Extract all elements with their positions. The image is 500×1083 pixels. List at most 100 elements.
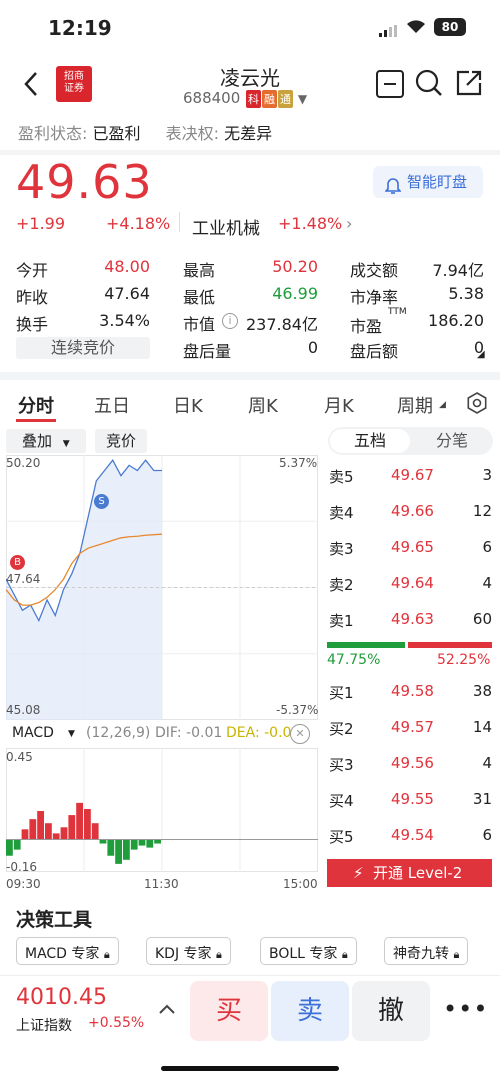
industry-percent[interactable]: +1.48% bbox=[278, 214, 342, 233]
tab-period[interactable]: 周期 bbox=[397, 392, 433, 418]
ask-level: 卖2 bbox=[329, 576, 354, 594]
macd-params: (12,26,9) bbox=[86, 725, 151, 741]
home-indicator bbox=[161, 1066, 339, 1071]
share-icon[interactable] bbox=[454, 68, 484, 102]
chevron-up-icon[interactable] bbox=[158, 1000, 176, 1019]
more-icon[interactable]: ••• bbox=[443, 995, 488, 1023]
chart-tabs: 分时 五日 日K 周K 月K 周期 ◢ bbox=[0, 392, 500, 422]
tool-macd[interactable]: MACD 专家 🔒︎ bbox=[16, 937, 119, 965]
ask-level: 卖5 bbox=[329, 468, 354, 486]
bid-row[interactable]: 买2 49.57 14 bbox=[327, 718, 492, 738]
last-price: 49.63 bbox=[16, 155, 153, 209]
stock-code-row[interactable]: 688400 科融通 ▼ bbox=[183, 89, 307, 108]
bid-row[interactable]: 买1 49.58 38 bbox=[327, 682, 492, 702]
buy-marker[interactable]: B bbox=[10, 555, 25, 570]
low-label: 最低 bbox=[183, 288, 216, 307]
macd-chart[interactable] bbox=[6, 748, 318, 872]
tab-ticks[interactable]: 分笔 bbox=[412, 429, 492, 453]
search-icon[interactable] bbox=[414, 68, 444, 102]
tool-kdj[interactable]: KDJ 专家 🔒︎ bbox=[146, 937, 231, 965]
sell-ratio: 52.25% bbox=[437, 652, 491, 668]
bid-volume: 4 bbox=[482, 754, 492, 772]
ask-row[interactable]: 卖5 49.67 3 bbox=[327, 466, 492, 486]
bid-button[interactable]: 竞价 bbox=[95, 429, 147, 453]
macd-label[interactable]: MACD bbox=[12, 725, 54, 741]
status-bar: 12:19 80 bbox=[0, 0, 500, 50]
minus-box-icon[interactable] bbox=[376, 70, 404, 98]
ask-volume: 6 bbox=[482, 538, 492, 556]
tag-margin: 融 bbox=[262, 90, 278, 108]
bid-row[interactable]: 买5 49.54 6 bbox=[327, 826, 492, 846]
ask-row[interactable]: 卖3 49.65 6 bbox=[327, 538, 492, 558]
bid-row[interactable]: 买4 49.55 31 bbox=[327, 790, 492, 810]
lock-icon: 🔒︎ bbox=[103, 948, 110, 961]
period-dropdown-icon[interactable]: ◢ bbox=[439, 400, 446, 410]
ask-row[interactable]: 卖1 49.63 60 bbox=[327, 610, 492, 630]
macd-bar bbox=[154, 839, 161, 844]
industry-name[interactable]: 工业机械 bbox=[192, 214, 260, 239]
index-value[interactable]: 4010.45 bbox=[16, 985, 107, 1010]
macd-bar bbox=[37, 811, 44, 840]
bid-row[interactable]: 买3 49.56 4 bbox=[327, 754, 492, 774]
buy-ratio-bar bbox=[327, 642, 405, 648]
tab-underline bbox=[16, 419, 56, 422]
level2-label: 开通 Level-2 bbox=[373, 864, 463, 882]
tab-daily-k[interactable]: 日K bbox=[173, 392, 203, 418]
tab-five-levels[interactable]: 五档 bbox=[330, 429, 410, 453]
buy-button[interactable]: 买 bbox=[190, 981, 268, 1041]
tool-magic-nine-label: 神奇九转 bbox=[393, 946, 449, 962]
sell-marker[interactable]: S bbox=[94, 494, 109, 509]
tool-kdj-label: KDJ 专家 bbox=[155, 946, 212, 962]
tool-boll-label: BOLL 专家 bbox=[269, 946, 338, 962]
after-amount-label: 盘后额 bbox=[350, 342, 399, 361]
high-label: 最高 bbox=[183, 261, 216, 280]
tool-boll[interactable]: BOLL 专家 🔒︎ bbox=[260, 937, 357, 965]
chart-mid-price: 47.64 bbox=[6, 572, 41, 586]
divider bbox=[179, 212, 180, 232]
ask-row[interactable]: 卖2 49.64 4 bbox=[327, 574, 492, 594]
stock-code: 688400 bbox=[183, 89, 241, 107]
bid-price: 49.54 bbox=[391, 826, 434, 844]
ask-row[interactable]: 卖4 49.66 12 bbox=[327, 502, 492, 522]
expand-icon[interactable]: ◢ bbox=[477, 349, 485, 360]
intraday-chart[interactable] bbox=[6, 455, 318, 720]
status-time: 12:19 bbox=[48, 16, 112, 40]
watch-button[interactable]: 智能盯盘 bbox=[373, 166, 483, 198]
bid-level: 买3 bbox=[329, 756, 354, 774]
tab-monthly-k[interactable]: 月K bbox=[324, 392, 354, 418]
macd-dropdown-icon[interactable]: ▼ bbox=[68, 729, 75, 739]
chevron-right-icon[interactable]: › bbox=[346, 214, 352, 233]
pe-value: 186.20 bbox=[428, 311, 484, 330]
info-icon[interactable]: i bbox=[222, 313, 238, 329]
cancel-button[interactable]: 撤 bbox=[352, 981, 430, 1041]
sell-button[interactable]: 卖 bbox=[271, 981, 349, 1041]
macd-close-icon[interactable]: ✕ bbox=[290, 724, 310, 744]
low-value: 46.99 bbox=[272, 284, 318, 303]
watch-label: 智能盯盘 bbox=[407, 173, 468, 191]
tab-five-day[interactable]: 五日 bbox=[94, 392, 130, 418]
chart-low-price: 45.08 bbox=[6, 703, 41, 717]
pe-label: 市盈 bbox=[350, 317, 383, 336]
macd-bar bbox=[91, 823, 99, 840]
overlay-button[interactable]: 叠加 ▼ bbox=[6, 429, 86, 453]
vote-value: 无差异 bbox=[224, 124, 273, 143]
overlay-label: 叠加 bbox=[22, 432, 53, 450]
ask-level: 卖4 bbox=[329, 504, 354, 522]
macd-bar bbox=[52, 833, 60, 840]
profit-value: 已盈利 bbox=[92, 124, 141, 143]
tab-intraday[interactable]: 分时 bbox=[18, 392, 54, 418]
settings-icon[interactable] bbox=[466, 392, 488, 419]
tab-weekly-k[interactable]: 周K bbox=[248, 392, 278, 418]
macd-bar bbox=[107, 839, 115, 856]
bid-volume: 14 bbox=[472, 718, 492, 736]
bid-level: 买2 bbox=[329, 720, 354, 738]
level2-button[interactable]: ⚡ 开通 Level-2 bbox=[327, 859, 492, 887]
lightning-icon: ⚡ bbox=[353, 864, 364, 882]
tool-magic-nine[interactable]: 神奇九转 🔒︎ bbox=[384, 937, 469, 965]
macd-bar bbox=[13, 839, 21, 850]
ask-volume: 12 bbox=[472, 502, 492, 520]
open-value: 48.00 bbox=[104, 257, 150, 276]
macd-bar bbox=[29, 819, 37, 840]
bid-price: 49.57 bbox=[391, 718, 434, 736]
chevron-down-icon: ▼ bbox=[297, 92, 308, 106]
